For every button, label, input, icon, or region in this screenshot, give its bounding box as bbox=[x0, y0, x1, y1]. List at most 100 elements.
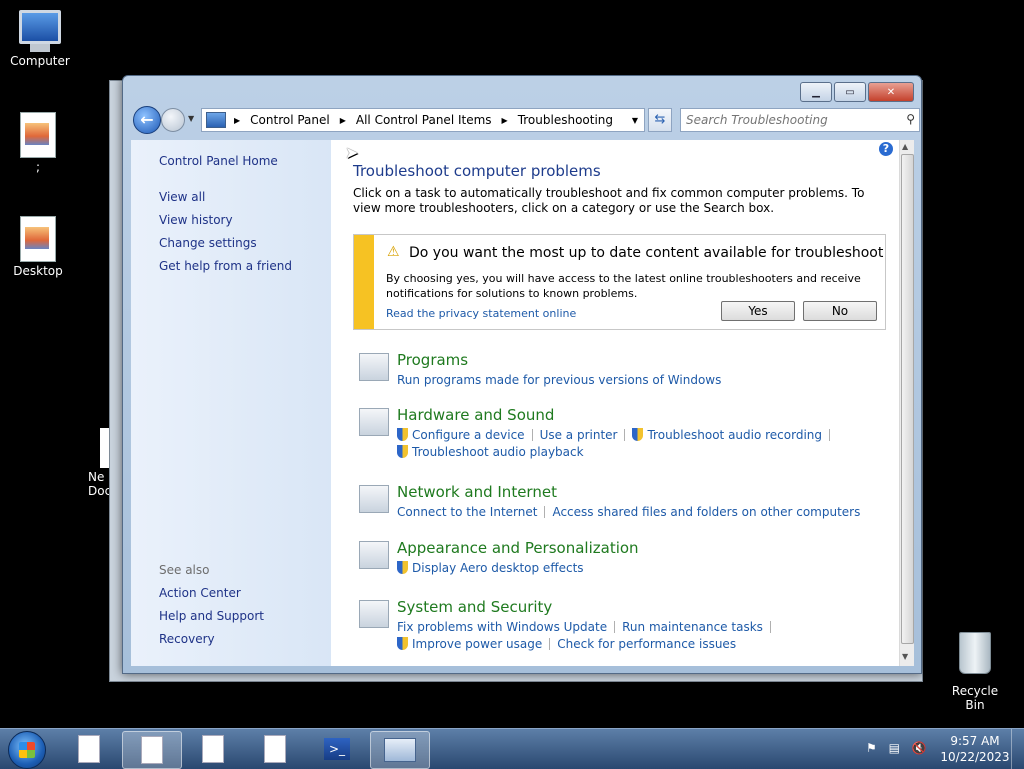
action-center-flag-icon[interactable]: ⚑ bbox=[866, 741, 877, 755]
sidebar-link-view-history[interactable]: View history bbox=[159, 213, 233, 227]
forward-button[interactable] bbox=[161, 108, 185, 132]
control-panel-icon bbox=[206, 112, 226, 128]
category-title[interactable]: Appearance and Personalization bbox=[397, 539, 639, 557]
taskbar-item-document[interactable] bbox=[60, 731, 118, 767]
troubleshooting-window[interactable]: ▁ ▭ ✕ ← ▼ ▶ Control Panel ▶ All Control … bbox=[122, 75, 922, 674]
task-label: Troubleshoot audio recording bbox=[647, 428, 823, 442]
task-label: Display Aero desktop effects bbox=[412, 561, 584, 575]
sidebar-link-home[interactable]: Control Panel Home bbox=[159, 154, 278, 168]
task-link[interactable]: Run programs made for previous versions … bbox=[397, 373, 721, 387]
sidebar-link-action-center[interactable]: Action Center bbox=[159, 586, 241, 600]
task-link[interactable]: Run maintenance tasks bbox=[622, 620, 763, 634]
system-security-icon[interactable] bbox=[359, 600, 389, 628]
document-icon bbox=[264, 735, 286, 763]
privacy-statement-link[interactable]: Read the privacy statement online bbox=[386, 307, 576, 320]
sidebar-link-recovery[interactable]: Recovery bbox=[159, 632, 215, 646]
task-label: Connect to the Internet bbox=[397, 505, 538, 519]
task-link[interactable]: Check for performance issues bbox=[557, 637, 736, 651]
start-button[interactable] bbox=[8, 731, 46, 769]
task-row: Fix problems with Windows Update Run main… bbox=[397, 620, 778, 634]
taskbar-item-document[interactable] bbox=[122, 731, 182, 769]
task-link[interactable]: Access shared files and folders on other… bbox=[552, 505, 860, 519]
task-row: Configure a device Use a printer Troublesh… bbox=[397, 428, 837, 442]
volume-muted-icon[interactable]: 🔇 bbox=[912, 741, 927, 755]
task-link[interactable]: Connect to the Internet bbox=[397, 505, 537, 519]
appearance-icon[interactable] bbox=[359, 541, 389, 569]
refresh-button[interactable]: ⇆ bbox=[648, 108, 672, 132]
task-label: Fix problems with Windows Update bbox=[397, 620, 608, 634]
desktop-icon-desktop[interactable]: Desktop bbox=[0, 216, 78, 278]
back-button[interactable]: ← bbox=[133, 106, 161, 134]
breadcrumb-all-items[interactable]: All Control Panel Items bbox=[356, 113, 492, 127]
desktop-icon-label: ; bbox=[35, 160, 41, 174]
breadcrumb-control-panel[interactable]: Control Panel bbox=[250, 113, 330, 127]
desktop-icon-computer[interactable]: Computer bbox=[0, 10, 80, 68]
caption-buttons: ▁ ▭ ✕ bbox=[798, 82, 914, 102]
uac-shield-icon bbox=[397, 445, 408, 458]
uac-shield-icon bbox=[397, 637, 408, 650]
sidebar-link-view-all[interactable]: View all bbox=[159, 190, 205, 204]
task-separator bbox=[614, 621, 616, 633]
scroll-thumb[interactable] bbox=[901, 154, 914, 644]
scroll-up-icon[interactable]: ▲ bbox=[902, 142, 908, 151]
search-input[interactable] bbox=[681, 109, 888, 131]
category-title[interactable]: System and Security bbox=[397, 598, 552, 616]
uac-shield-icon bbox=[397, 428, 408, 441]
vertical-scrollbar[interactable]: ▲ ▼ bbox=[899, 140, 914, 666]
sidebar-link-change-settings[interactable]: Change settings bbox=[159, 236, 257, 250]
maximize-button[interactable]: ▭ bbox=[834, 82, 866, 102]
task-link[interactable]: Improve power usage bbox=[397, 637, 542, 651]
recycle-bin-icon bbox=[959, 632, 991, 674]
chevron-right-icon[interactable]: ▶ bbox=[502, 116, 508, 125]
uac-shield-icon bbox=[632, 428, 644, 441]
taskbar-item-control-panel[interactable] bbox=[370, 731, 430, 769]
desktop-icon-label: Computer bbox=[10, 54, 70, 68]
programs-icon[interactable] bbox=[359, 353, 389, 381]
task-link[interactable]: Use a printer bbox=[540, 428, 618, 442]
task-label: Run programs made for previous versions … bbox=[397, 373, 722, 387]
taskbar-item-powershell[interactable]: >_ bbox=[308, 731, 366, 767]
online-content-notice: ⚠ Do you want the most up to date conten… bbox=[353, 234, 886, 330]
show-desktop-button[interactable] bbox=[1011, 729, 1024, 769]
task-label: Use a printer bbox=[539, 428, 618, 442]
scroll-down-icon[interactable]: ▼ bbox=[902, 652, 908, 661]
task-label: Check for performance issues bbox=[557, 637, 737, 651]
chevron-right-icon[interactable]: ▶ bbox=[234, 116, 240, 125]
search-box[interactable]: ⚲ bbox=[680, 108, 920, 132]
network-icon[interactable]: ▤ bbox=[889, 741, 900, 755]
hardware-sound-icon[interactable] bbox=[359, 408, 389, 436]
no-button[interactable]: No bbox=[803, 301, 877, 321]
desktop-icon-file[interactable]: ; bbox=[0, 112, 78, 174]
chevron-right-icon[interactable]: ▶ bbox=[340, 116, 346, 125]
taskbar-item-document[interactable] bbox=[184, 731, 242, 767]
breadcrumb-troubleshooting[interactable]: Troubleshooting bbox=[518, 113, 613, 127]
notice-body: By choosing yes, you will have access to… bbox=[386, 272, 861, 300]
network-icon[interactable] bbox=[359, 485, 389, 513]
task-link[interactable]: Troubleshoot audio playback bbox=[397, 445, 584, 459]
recent-pages-dropdown[interactable]: ▼ bbox=[188, 114, 194, 123]
desktop-icon-recycle-bin[interactable]: Recycle Bin bbox=[943, 632, 1007, 712]
clock[interactable]: 9:57 AM 10/22/2023 bbox=[940, 733, 1010, 765]
refresh-icon: ⇆ bbox=[654, 112, 666, 127]
task-link[interactable]: Configure a device bbox=[397, 428, 525, 442]
task-link[interactable]: Display Aero desktop effects bbox=[397, 561, 584, 575]
chevron-down-icon[interactable]: ▼ bbox=[632, 116, 638, 125]
category-title[interactable]: Programs bbox=[397, 351, 468, 369]
sidebar-link-help-support[interactable]: Help and Support bbox=[159, 609, 264, 623]
yes-button[interactable]: Yes bbox=[721, 301, 795, 321]
task-link[interactable]: Fix problems with Windows Update bbox=[397, 620, 607, 634]
content-pane: ? Troubleshoot computer problems Click o… bbox=[331, 140, 899, 666]
taskbar-item-document[interactable] bbox=[246, 731, 304, 767]
address-bar[interactable]: ▶ Control Panel ▶ All Control Panel Item… bbox=[201, 108, 645, 132]
minimize-button[interactable]: ▁ bbox=[800, 82, 832, 102]
close-button[interactable]: ✕ bbox=[868, 82, 914, 102]
help-icon[interactable]: ? bbox=[879, 142, 893, 156]
task-link[interactable]: Troubleshoot audio recording bbox=[632, 428, 822, 442]
category-title[interactable]: Hardware and Sound bbox=[397, 406, 554, 424]
navigation-bar: ← ▼ ▶ Control Panel ▶ All Control Panel … bbox=[131, 105, 920, 134]
search-icon[interactable]: ⚲ bbox=[906, 112, 915, 126]
category-title[interactable]: Network and Internet bbox=[397, 483, 557, 501]
see-also-heading: See also bbox=[159, 563, 210, 577]
document-icon bbox=[202, 735, 224, 763]
sidebar-link-get-help[interactable]: Get help from a friend bbox=[159, 259, 292, 273]
